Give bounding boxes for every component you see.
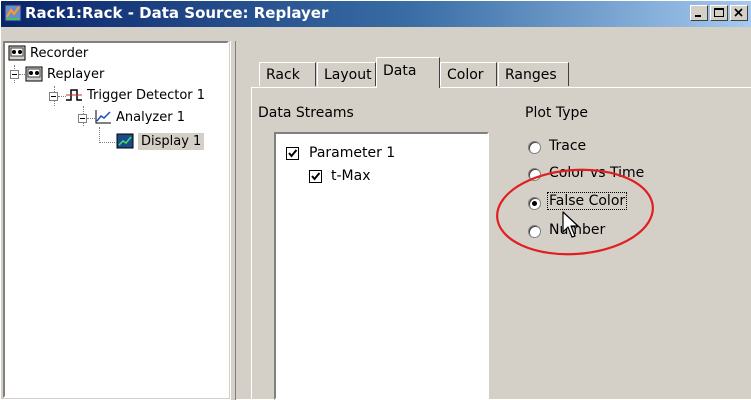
checkmark-icon bbox=[288, 149, 298, 158]
data-streams-list[interactable]: Parameter 1 t-Max bbox=[274, 132, 489, 400]
recorder-icon bbox=[8, 45, 26, 61]
app-window: Rack1:Rack - Data Source: Replayer Recor… bbox=[0, 0, 751, 400]
analyzer-collapse-toggle[interactable] bbox=[78, 114, 87, 123]
tree-item-trigger-detector[interactable]: Trigger Detector 1 bbox=[65, 85, 205, 105]
tree-item-recorder[interactable]: Recorder bbox=[8, 43, 88, 63]
tab-data[interactable]: Data bbox=[376, 57, 440, 88]
radio-color-vs-time-label[interactable]: Color vs Time bbox=[549, 165, 644, 181]
parameter-1-checkbox[interactable] bbox=[286, 147, 299, 160]
window-title: Rack1:Rack - Data Source: Replayer bbox=[25, 4, 329, 22]
tree-item-label: Recorder bbox=[30, 45, 89, 61]
tab-rack[interactable]: Rack bbox=[259, 62, 316, 86]
radio-number[interactable] bbox=[528, 225, 541, 238]
replayer-collapse-toggle[interactable] bbox=[10, 70, 19, 79]
tab-ranges[interactable]: Ranges bbox=[498, 62, 569, 86]
close-button[interactable] bbox=[730, 5, 748, 21]
tree-item-label: Replayer bbox=[47, 66, 105, 82]
checkmark-icon bbox=[311, 172, 321, 181]
trigger-detector-collapse-toggle[interactable] bbox=[49, 92, 58, 101]
radio-false-color[interactable] bbox=[528, 197, 541, 210]
maximize-icon bbox=[714, 8, 724, 17]
minimize-icon bbox=[695, 15, 701, 17]
analyzer-icon bbox=[95, 110, 111, 124]
rack-app-icon bbox=[4, 4, 22, 22]
radio-trace[interactable] bbox=[528, 141, 541, 154]
tree-item-replayer[interactable]: Replayer bbox=[25, 64, 104, 84]
data-streams-label: Data Streams bbox=[258, 105, 354, 121]
tab-color[interactable]: Color bbox=[440, 62, 497, 86]
replayer-icon bbox=[25, 66, 43, 82]
tree-item-analyzer[interactable]: Analyzer 1 bbox=[94, 107, 185, 127]
close-icon bbox=[734, 8, 743, 17]
plot-type-label: Plot Type bbox=[525, 105, 588, 121]
radio-false-color-label[interactable]: False Color bbox=[546, 192, 628, 210]
tree-item-label: Analyzer 1 bbox=[116, 109, 185, 125]
tree-item-display[interactable]: Display 1 bbox=[116, 131, 205, 151]
tab-layout[interactable]: Layout bbox=[317, 62, 376, 86]
parameter-1-label: Parameter 1 bbox=[309, 145, 396, 161]
radio-number-label[interactable]: Number bbox=[549, 222, 605, 238]
tree-item-label: Display 1 bbox=[138, 132, 205, 150]
display-icon bbox=[116, 133, 134, 149]
minimize-button[interactable] bbox=[690, 5, 708, 21]
pane-splitter[interactable] bbox=[230, 41, 236, 400]
rack-tree-view[interactable]: Recorder Replayer Trigger Detector 1 Ana… bbox=[3, 41, 229, 398]
title-bar[interactable]: Rack1:Rack - Data Source: Replayer bbox=[1, 1, 751, 27]
t-max-label: t-Max bbox=[331, 168, 371, 184]
tree-item-label: Trigger Detector 1 bbox=[87, 87, 206, 103]
radio-color-vs-time[interactable] bbox=[528, 168, 541, 181]
trigger-detector-icon bbox=[66, 89, 82, 101]
t-max-checkbox[interactable] bbox=[309, 170, 322, 183]
radio-trace-label[interactable]: Trace bbox=[549, 138, 586, 154]
maximize-button[interactable] bbox=[710, 5, 728, 21]
